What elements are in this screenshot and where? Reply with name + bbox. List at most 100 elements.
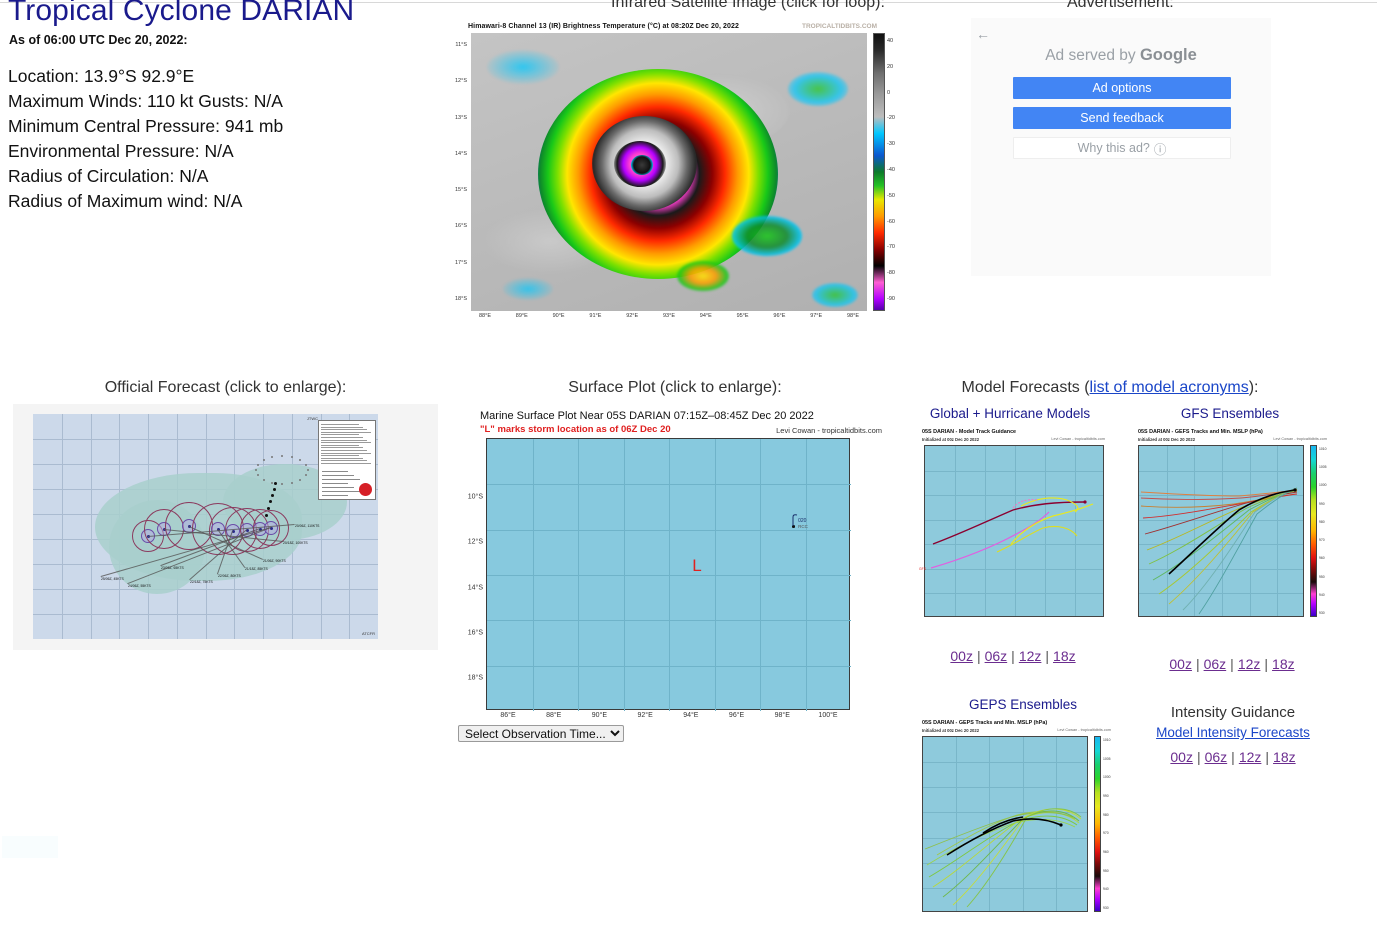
global-hurricane-models-time-links[interactable]: 00z|06z|12z|18z (918, 648, 1108, 664)
surface-plot-x-tick: 90°E (592, 712, 607, 719)
geps-ensembles-image[interactable]: 05S DARIAN - GEPS Tracks and Min. MSLP (… (918, 718, 1114, 920)
past-track-dot (274, 482, 277, 485)
infrared-satellite-image[interactable]: Himawari-8 Channel 13 (IR) Brightness Te… (459, 20, 899, 325)
gefs-colorbar (1310, 445, 1317, 617)
model-intensity-forecasts-link[interactable]: Model Intensity Forecasts (1156, 725, 1310, 740)
satellite-image-title: Himawari-8 Channel 13 (IR) Brightness Te… (468, 23, 739, 30)
global-hurricane-models-image[interactable]: 05S DARIAN - Model Track Guidance Initia… (918, 427, 1108, 635)
past-track-dot (265, 514, 268, 517)
time-link-12z[interactable]: 12z (1238, 656, 1261, 672)
back-arrow-icon[interactable]: ← (976, 26, 990, 42)
colorbar-tick: 940 (1103, 887, 1109, 891)
time-link-06z[interactable]: 06z (985, 648, 1008, 664)
surface-plot-image[interactable]: Marine Surface Plot Near 05S DARIAN 07:1… (460, 404, 890, 724)
why-this-ad-button[interactable]: Why this ad? ⓘ (1013, 137, 1231, 159)
link-separator: | (1260, 656, 1272, 672)
link-separator: | (1192, 656, 1204, 672)
surface-plot-y-tick: 10°S (468, 493, 483, 500)
ad-served-text: Ad served by (1045, 47, 1140, 64)
surface-plot-x-tick: 86°E (500, 712, 515, 719)
colorbar-tick: 970 (1103, 831, 1109, 835)
forecast-point-label: 21/06Z, 90KTS (263, 559, 286, 563)
time-link-00z[interactable]: 00z (1170, 749, 1193, 765)
satellite-colorbar-tick: -40 (887, 167, 895, 173)
send-feedback-button[interactable]: Send feedback (1013, 107, 1231, 129)
time-link-00z[interactable]: 00z (1169, 656, 1192, 672)
observation-time-select[interactable]: Select Observation Time... (458, 725, 624, 742)
time-link-18z[interactable]: 18z (1273, 749, 1296, 765)
ghm-image-init: Initialized at 00z Dec 20 2022 (922, 437, 979, 442)
satellite-colorbar (873, 33, 885, 311)
intensity-guidance-heading: Intensity Guidance (1135, 704, 1331, 721)
colorbar-tick: 990 (1319, 502, 1325, 506)
official-forecast-image[interactable]: 20/06Z, 110KTS20/18Z, 100KTS21/06Z, 90KT… (13, 404, 438, 650)
intensity-guidance-time-links[interactable]: 00z|06z|12z|18z (1135, 749, 1331, 765)
ad-options-button[interactable]: Ad options (1013, 77, 1231, 99)
model-acronyms-link[interactable]: list of model acronyms (1090, 379, 1249, 396)
surface-plot-x-axis: 86°E88°E90°E92°E94°E96°E98°E100°E (486, 712, 850, 724)
gfs-ensembles-heading: GFS Ensembles (1135, 406, 1325, 421)
time-link-12z[interactable]: 12z (1239, 749, 1262, 765)
gfs-ensembles-image[interactable]: 05S DARIAN - GEFS Tracks and Min. MSLP (… (1134, 427, 1330, 635)
surface-plot-x-tick: 100°E (818, 712, 837, 719)
storm-radius-circulation: Radius of Circulation: N/A (8, 164, 283, 189)
satellite-x-tick: 90°E (553, 313, 565, 319)
satellite-y-tick: 13°S (455, 115, 467, 121)
model-forecasts-heading: Model Forecasts (list of model acronyms)… (910, 379, 1310, 397)
time-link-06z[interactable]: 06z (1205, 749, 1228, 765)
colorbar-tick: 930 (1319, 611, 1325, 615)
satellite-y-tick: 18°S (455, 296, 467, 302)
time-link-18z[interactable]: 18z (1272, 656, 1295, 672)
storm-details: Location: 13.9°S 92.9°E Maximum Winds: 1… (8, 64, 283, 214)
link-separator: | (1007, 648, 1019, 664)
colorbar-tick: 980 (1103, 813, 1109, 817)
satellite-colorbar-ticks: 40200-20-30-40-50-60-70-80-90 (887, 33, 917, 311)
time-link-00z[interactable]: 00z (950, 648, 973, 664)
satellite-x-tick: 95°E (737, 313, 749, 319)
forecast-point-label: 25/06Z, 45KTS (101, 577, 124, 581)
colorbar-tick: 1005 (1103, 757, 1111, 761)
surface-plot-y-tick: 16°S (468, 629, 483, 636)
forecast-legend-box (318, 420, 376, 500)
past-track-dot (273, 488, 276, 491)
ad-served-by-label: Ad served by Google (971, 46, 1271, 65)
colorbar-tick: 980 (1319, 520, 1325, 524)
gefs-image-credit: Levi Cowan - tropicaltidbits.com (1273, 437, 1327, 441)
colorbar-tick: 1010 (1319, 447, 1327, 451)
hurricane-symbol-icon (359, 483, 372, 496)
time-link-12z[interactable]: 12z (1019, 648, 1042, 664)
past-track-dot (305, 464, 307, 466)
forecast-point-label: 22/06Z, 80KTS (218, 574, 241, 578)
forecast-point-label: 24/06Z, 55KTS (128, 584, 151, 588)
surface-plot-x-tick: 96°E (729, 712, 744, 719)
past-track-dot (267, 507, 270, 510)
official-forecast-map: 20/06Z, 110KTS20/18Z, 100KTS21/06Z, 90KT… (33, 414, 378, 639)
surface-plot-x-tick: 94°E (683, 712, 698, 719)
time-link-06z[interactable]: 06z (1204, 656, 1227, 672)
time-link-18z[interactable]: 18z (1053, 648, 1076, 664)
colorbar-tick: 1000 (1103, 775, 1111, 779)
forecast-point-label: 22/18Z, 75KTS (190, 580, 213, 584)
satellite-colorbar-tick: -70 (887, 244, 895, 250)
colorbar-tick: 970 (1319, 538, 1325, 542)
colorbar-tick: 1000 (1319, 483, 1327, 487)
satellite-colorbar-tick: -60 (887, 219, 895, 225)
past-track-dot (269, 500, 272, 503)
storm-max-winds: Maximum Winds: 110 kt Gusts: N/A (8, 89, 283, 114)
link-separator: | (1193, 749, 1205, 765)
gfs-ensembles-time-links[interactable]: 00z|06z|12z|18z (1134, 656, 1330, 672)
colorbar-tick: 950 (1319, 575, 1325, 579)
geps-colorbar (1094, 736, 1101, 912)
surface-plot-x-tick: 88°E (546, 712, 561, 719)
past-track-dot (281, 483, 283, 485)
past-track-dot (291, 456, 293, 458)
satellite-x-tick: 96°E (773, 313, 785, 319)
forecast-point-label: 21/18Z, 85KTS (245, 567, 268, 571)
past-track-dot (263, 479, 265, 481)
ghm-map (924, 445, 1104, 617)
forecast-agency-label: JTWC (307, 416, 318, 421)
observation-station-id: RCC (798, 524, 808, 529)
observation-station-plot: 020 RCC (791, 513, 817, 531)
satellite-colorbar-tick: -80 (887, 270, 895, 276)
satellite-colorbar-tick: -50 (887, 193, 895, 199)
